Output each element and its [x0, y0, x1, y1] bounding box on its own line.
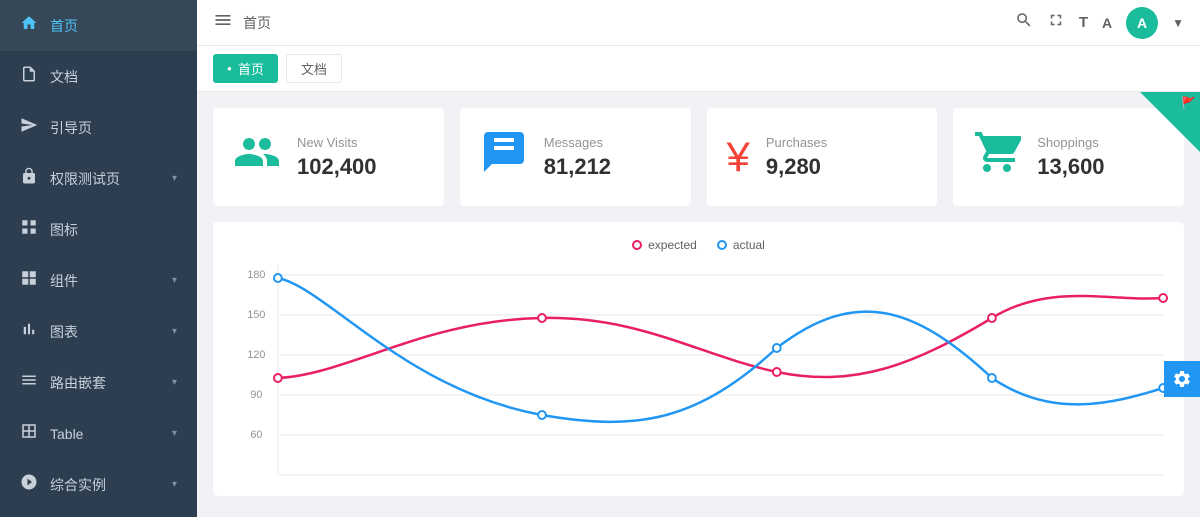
- breadcrumb-tab-docs[interactable]: 文档: [286, 54, 342, 83]
- lock-icon: [20, 167, 38, 190]
- sidebar-item-home[interactable]: 首页: [0, 0, 197, 51]
- header-title: 首页: [243, 13, 271, 33]
- examples-icon: [20, 473, 38, 496]
- actual-dot: [717, 240, 727, 250]
- sidebar-item-label: Table: [50, 426, 83, 442]
- dropdown-icon[interactable]: ▼: [1172, 16, 1184, 30]
- sidebar-item-label: 综合实例: [50, 475, 106, 495]
- sidebar-item-permission[interactable]: 权限测试页 ▾: [0, 153, 197, 204]
- sidebar-item-label: 图标: [50, 220, 78, 240]
- sidebar-item-label: 路由嵌套: [50, 373, 106, 393]
- chart-legend: expected actual: [229, 238, 1168, 252]
- stat-card-new-visits: New Visits 102,400: [213, 108, 444, 206]
- sidebar-item-guide[interactable]: 引导页: [0, 102, 197, 153]
- stat-info-shoppings: Shoppings 13,600: [1037, 135, 1104, 180]
- search-icon[interactable]: [1015, 11, 1033, 34]
- content-area: 🚩 New Visits 102,400 Messages: [197, 92, 1200, 517]
- sidebar-item-charts[interactable]: 图表 ▾: [0, 306, 197, 357]
- sidebar-item-icon[interactable]: 图标: [0, 204, 197, 255]
- charts-icon: [20, 320, 38, 343]
- menu-icon[interactable]: [213, 10, 233, 35]
- stat-card-purchases: ¥ Purchases 9,280: [707, 108, 938, 206]
- svg-text:60: 60: [250, 429, 262, 441]
- expected-label: expected: [648, 238, 697, 252]
- sidebar-item-label: 组件: [50, 271, 78, 291]
- sidebar-item-label: 权限测试页: [50, 169, 120, 189]
- purchases-icon: ¥: [727, 133, 750, 181]
- stat-value: 9,280: [766, 154, 827, 180]
- svg-text:150: 150: [247, 309, 265, 321]
- sidebar-item-label: 文档: [50, 67, 78, 87]
- header-left: 首页: [213, 10, 271, 35]
- stat-card-shoppings: Shoppings 13,600: [953, 108, 1184, 206]
- expected-dot: [632, 240, 642, 250]
- main-content: 首页 T A A ▼ 首页 文档 🚩: [197, 0, 1200, 517]
- sidebar-item-router[interactable]: 路由嵌套 ▾: [0, 357, 197, 408]
- breadcrumb-tab-home[interactable]: 首页: [213, 54, 278, 83]
- chart-card: expected actual 180 150 120 90 60: [213, 222, 1184, 496]
- actual-label: actual: [733, 238, 765, 252]
- sidebar-item-table[interactable]: Table ▾: [0, 408, 197, 459]
- shoppings-icon: [973, 128, 1021, 186]
- chevron-icon: ▾: [172, 428, 177, 439]
- components-icon: [20, 269, 38, 292]
- stat-value: 102,400: [297, 154, 377, 180]
- svg-text:180: 180: [247, 269, 265, 281]
- text-size-icon[interactable]: T: [1079, 14, 1088, 31]
- corner-icon: 🚩: [1181, 96, 1196, 110]
- stat-info-messages: Messages 81,212: [544, 135, 611, 180]
- fullscreen-icon[interactable]: [1047, 11, 1065, 34]
- stat-label: Purchases: [766, 135, 827, 150]
- settings-button[interactable]: [1164, 361, 1200, 397]
- breadcrumb-bar: 首页 文档: [197, 46, 1200, 92]
- sidebar-item-docs[interactable]: 文档: [0, 51, 197, 102]
- home-icon: [20, 14, 38, 37]
- avatar[interactable]: A: [1126, 7, 1158, 39]
- chevron-icon: ▾: [172, 275, 177, 286]
- lang-icon[interactable]: A: [1102, 15, 1112, 31]
- guide-icon: [20, 116, 38, 139]
- table-icon: [20, 422, 38, 445]
- chevron-icon: ▾: [172, 479, 177, 490]
- tab-label: 首页: [238, 59, 264, 78]
- sidebar-item-label: 引导页: [50, 118, 92, 138]
- chart-container: 180 150 120 90 60: [229, 260, 1168, 480]
- avatar-text: A: [1137, 15, 1147, 31]
- header: 首页 T A A ▼: [197, 0, 1200, 46]
- icon-icon: [20, 218, 38, 241]
- tab-label: 文档: [301, 59, 327, 78]
- chevron-icon: ▾: [172, 326, 177, 337]
- stat-label: Shoppings: [1037, 135, 1104, 150]
- chart-svg: 180 150 120 90 60: [229, 260, 1168, 480]
- svg-text:120: 120: [247, 349, 265, 361]
- sidebar: 首页 文档 引导页 权限测试页 ▾ 图标 组件 ▾ 图表: [0, 0, 197, 517]
- stat-card-messages: Messages 81,212: [460, 108, 691, 206]
- sidebar-item-components[interactable]: 组件 ▾: [0, 255, 197, 306]
- new-visits-icon: [233, 128, 281, 186]
- docs-icon: [20, 65, 38, 88]
- chevron-icon: ▾: [172, 173, 177, 184]
- sidebar-item-examples[interactable]: 综合实例 ▾: [0, 459, 197, 510]
- stat-value: 13,600: [1037, 154, 1104, 180]
- stat-value: 81,212: [544, 154, 611, 180]
- stats-row: New Visits 102,400 Messages 81,212 ¥ Pur…: [213, 108, 1184, 206]
- messages-icon: [480, 128, 528, 186]
- chevron-icon: ▾: [172, 377, 177, 388]
- legend-actual: actual: [717, 238, 765, 252]
- stat-info-new-visits: New Visits 102,400: [297, 135, 377, 180]
- stat-info-purchases: Purchases 9,280: [766, 135, 827, 180]
- svg-text:90: 90: [250, 389, 262, 401]
- router-icon: [20, 371, 38, 394]
- stat-label: New Visits: [297, 135, 377, 150]
- header-right: T A A ▼: [1015, 7, 1184, 39]
- stat-label: Messages: [544, 135, 611, 150]
- sidebar-item-label: 首页: [50, 16, 78, 36]
- legend-expected: expected: [632, 238, 697, 252]
- sidebar-item-label: 图表: [50, 322, 78, 342]
